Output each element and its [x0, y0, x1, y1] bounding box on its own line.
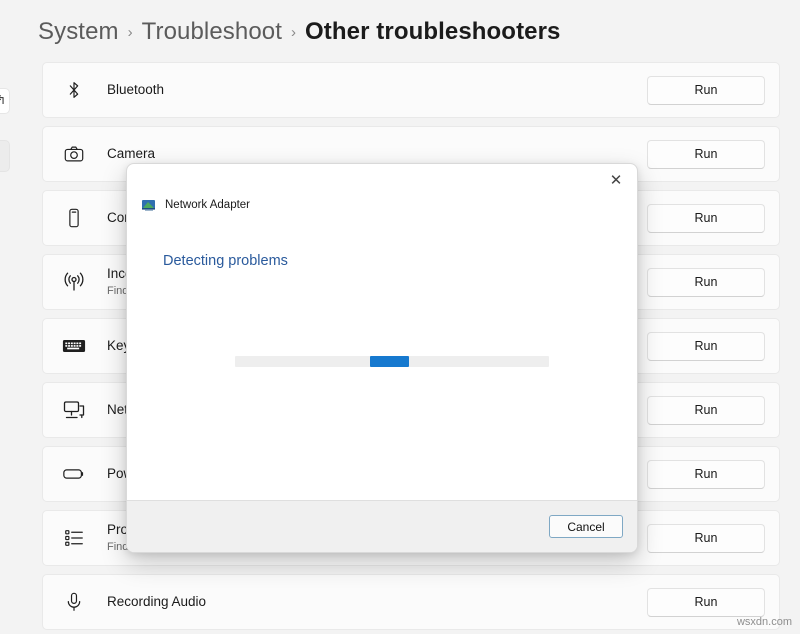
breadcrumb-item-troubleshoot[interactable]: Troubleshoot: [142, 18, 282, 46]
run-button[interactable]: Run: [647, 332, 765, 361]
troubleshooter-title: Bluetooth: [107, 82, 647, 99]
run-button[interactable]: Run: [647, 524, 765, 553]
troubleshooter-text: Camera: [107, 146, 647, 163]
keyboard-icon: [59, 331, 89, 361]
dialog-body: Detecting problems: [127, 213, 637, 500]
nav-rail-chip-item[interactable]: [0, 140, 10, 172]
dialog-status-text: Detecting problems: [163, 253, 288, 269]
breadcrumb: System › Troubleshoot › Other troublesho…: [38, 18, 561, 46]
program-list-icon: [59, 523, 89, 553]
breadcrumb-item-system[interactable]: System: [38, 18, 119, 46]
progress-bar-fill: [370, 356, 409, 367]
run-button[interactable]: Run: [647, 396, 765, 425]
settings-page: ↰ System › Troubleshoot › Other troubles…: [0, 0, 800, 634]
chevron-right-icon: ›: [291, 24, 296, 41]
troubleshooter-text: Bluetooth: [107, 82, 647, 99]
dialog-header: Network Adapter: [127, 164, 637, 213]
run-button[interactable]: Run: [647, 588, 765, 617]
battery-icon: [59, 459, 89, 489]
dialog-app-title: Network Adapter: [165, 199, 250, 211]
camera-icon: [59, 139, 89, 169]
bluetooth-icon: [59, 75, 89, 105]
search-icon: ↰: [0, 94, 6, 106]
network-pc-icon: [59, 395, 89, 425]
troubleshooter-text: Recording Audio: [107, 594, 647, 611]
cancel-button[interactable]: Cancel: [549, 515, 623, 538]
microphone-icon: [59, 587, 89, 617]
troubleshooter-row[interactable]: BluetoothRun: [42, 62, 780, 118]
run-button[interactable]: Run: [647, 140, 765, 169]
run-button[interactable]: Run: [647, 204, 765, 233]
run-button[interactable]: Run: [647, 460, 765, 489]
nav-rail-chip-search[interactable]: ↰: [0, 88, 10, 114]
antenna-icon: [59, 267, 89, 297]
device-icon: [59, 203, 89, 233]
network-adapter-dialog: ✕ Network Adapter Detecting problems Can…: [126, 163, 638, 553]
troubleshooter-title: Camera: [107, 146, 647, 163]
progress-bar: [235, 356, 549, 367]
run-button[interactable]: Run: [647, 268, 765, 297]
chevron-right-icon: ›: [128, 24, 133, 41]
dialog-footer: Cancel: [127, 500, 637, 552]
watermark: wsxdn.com: [737, 616, 792, 628]
troubleshooter-row[interactable]: Recording AudioRun: [42, 574, 780, 630]
network-adapter-icon: [141, 197, 157, 213]
close-icon[interactable]: ✕: [599, 166, 633, 194]
troubleshooter-title: Recording Audio: [107, 594, 647, 611]
page-title: Other troubleshooters: [305, 18, 560, 46]
run-button[interactable]: Run: [647, 76, 765, 105]
